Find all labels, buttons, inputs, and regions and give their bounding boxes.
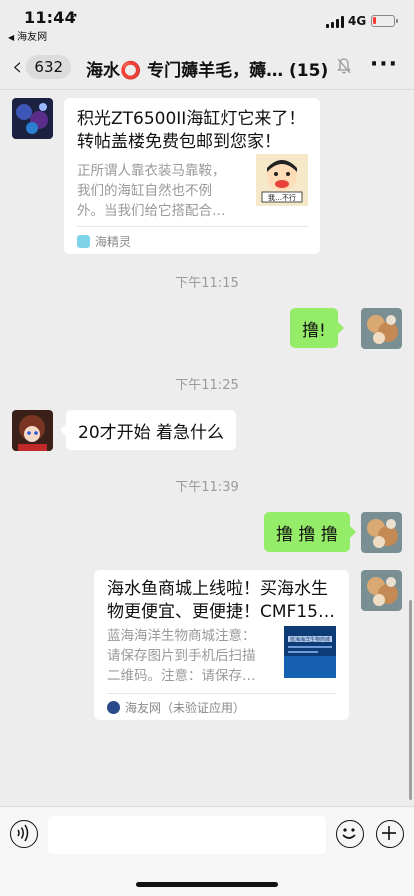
battery-icon <box>371 15 398 27</box>
card-desc-line2: 请保存图片到手机后扫描 <box>107 648 256 664</box>
my-avatar[interactable] <box>361 308 402 349</box>
chat-title[interactable]: 海水⭕ 专门薅羊毛，薅… (15) <box>86 56 344 81</box>
status-bar: 11:44 ➚ ◀ 海友网 4G <box>0 0 414 44</box>
incoming-message[interactable]: 20才开始 着急什么 <box>59 410 237 450</box>
chat-header: ‹ 632 海水⭕ 专门薅羊毛，薅… (15) ··· <box>0 44 414 90</box>
back-app-label: 海友网 <box>17 32 48 43</box>
chat-title-text: 海水⭕ 专门薅羊毛，薅… <box>86 61 284 81</box>
back-to-app-link[interactable]: ◀ 海友网 <box>8 28 47 43</box>
card-desc-line2: 我们的海缸自然也不例 <box>77 183 212 199</box>
timestamp-divider: 下午11:25 <box>175 378 239 393</box>
card-desc-line1: 蓝海海洋生物商城注意： <box>107 628 256 644</box>
back-button[interactable]: ‹ 632 <box>12 51 72 83</box>
timestamp-divider: 下午11:39 <box>175 480 239 495</box>
link-card-coral-light[interactable]: 积光ZT6500II海缸灯它来了！ 转帖盖楼免费包邮到您家！ 正所谓人靠衣装马靠… <box>64 98 320 254</box>
my-avatar[interactable] <box>361 512 402 553</box>
my-avatar[interactable] <box>361 570 402 611</box>
sender-avatar[interactable] <box>12 410 53 451</box>
message-list[interactable]: 积光ZT6500II海缸灯它来了！ 转帖盖楼免费包邮到您家！ 正所谓人靠衣装马靠… <box>0 90 414 806</box>
voice-icon[interactable] <box>10 820 38 848</box>
card-title-line2: 转帖盖楼免费包邮到您家！ <box>77 132 281 152</box>
outgoing-message[interactable]: 撸! <box>290 308 344 348</box>
card-source: 海友网（未验证应用） <box>107 699 245 716</box>
card-thumbnail: 蓝海海洋生物商城 <box>284 626 336 678</box>
sender-avatar[interactable] <box>12 98 53 139</box>
card-source-label: 海精灵 <box>95 235 132 249</box>
card-divider <box>107 693 336 694</box>
card-thumbnail: 我…不行 <box>256 154 308 206</box>
network-label: 4G <box>348 14 367 28</box>
back-triangle-icon: ◀ <box>8 33 15 42</box>
signal-icon <box>326 16 344 28</box>
chevron-left-icon: ‹ <box>12 52 23 82</box>
card-title-line1: 积光ZT6500II海缸灯它来了！ <box>77 109 306 129</box>
unread-count-badge: 632 <box>26 55 72 79</box>
card-source: 海精灵 <box>77 233 131 250</box>
more-dots-icon[interactable]: ··· <box>370 54 398 76</box>
message-input[interactable] <box>48 816 326 854</box>
outgoing-message[interactable]: 撸 撸 撸 <box>264 512 356 552</box>
thumb-caption: 我…不行 <box>268 193 296 202</box>
card-divider <box>77 226 308 227</box>
app-source-icon <box>107 701 120 714</box>
member-count: (15) <box>289 61 329 81</box>
scrollbar[interactable] <box>409 600 412 800</box>
plus-icon[interactable] <box>376 820 404 848</box>
app-source-icon <box>77 235 90 248</box>
card-desc-line3: 二维码。注意：请保存… <box>107 668 256 684</box>
card-desc-line3: 外。当我们给它搭配合… <box>77 203 226 219</box>
emoji-icon[interactable] <box>336 820 364 848</box>
card-desc-line1: 正所谓人靠衣装马靠鞍， <box>77 163 226 179</box>
card-title-line2: 物更便宜、更便捷！CMF15… <box>107 602 335 622</box>
card-title-line1: 海水鱼商城上线啦！买海水生 <box>107 579 328 599</box>
link-card-marine-shop[interactable]: 海水鱼商城上线啦！买海水生 物更便宜、更便捷！CMF15… 蓝海海洋生物商城注意… <box>94 570 349 720</box>
thumb-caption: 蓝海海洋生物商城 <box>290 636 330 643</box>
bell-slash-icon <box>337 58 351 74</box>
card-source-label: 海友网（未验证应用） <box>125 701 246 715</box>
timestamp-divider: 下午11:15 <box>175 276 239 291</box>
home-indicator[interactable] <box>136 882 278 887</box>
location-arrow-icon: ➚ <box>69 10 79 23</box>
